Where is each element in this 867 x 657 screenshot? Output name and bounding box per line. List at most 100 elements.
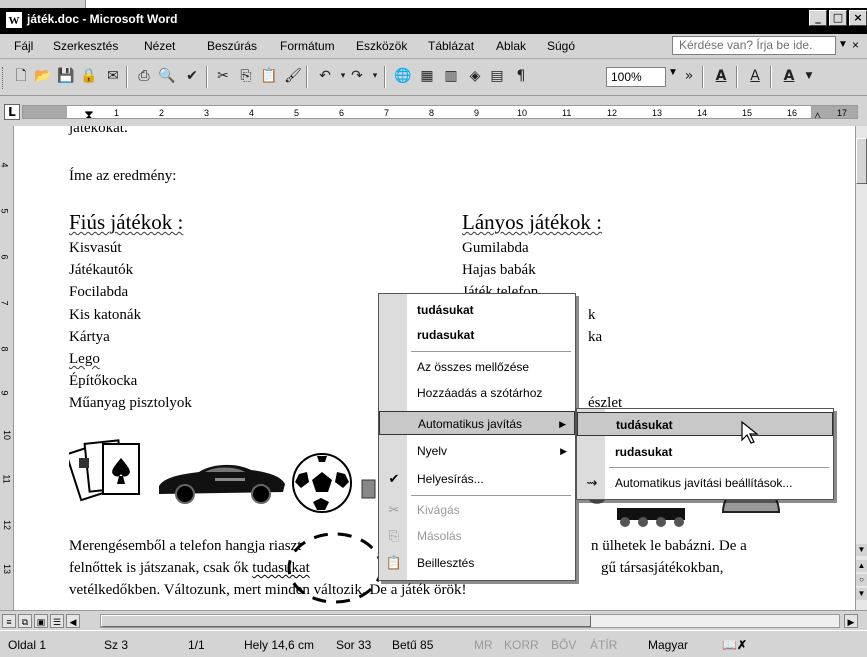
autocorrect-suggestion-item[interactable]: rudasukat (577, 440, 833, 464)
print-view-icon[interactable]: ▣ (34, 614, 48, 628)
status-rec[interactable]: MR (474, 638, 493, 652)
status-page: Oldal 1 (8, 638, 47, 652)
ruler-number: 7 (384, 108, 390, 118)
paragraph-line1-left: Merengésemből a telefon hangja riaszt (69, 538, 302, 554)
girls-item-tail: k (588, 307, 596, 323)
vertical-scroll-thumb[interactable] (856, 138, 867, 184)
status-ovr[interactable]: ÁTÍR (590, 638, 617, 652)
add-to-dictionary-item[interactable]: Hozzáadás a szótárhoz (379, 381, 575, 405)
print-icon[interactable]: ⎙ (135, 67, 153, 85)
copy-icon[interactable]: ⎘ (237, 67, 255, 85)
toolbar-separator (384, 66, 386, 88)
ruler-number: 8 (429, 108, 435, 118)
spelling-item[interactable]: ✔ Helyesírás... (379, 467, 575, 491)
word-icon[interactable]: W (6, 12, 22, 28)
menu-tools[interactable]: Eszközök (356, 39, 407, 53)
status-trk[interactable]: KORR (504, 638, 539, 652)
document-map-icon[interactable]: ▤ (488, 67, 506, 85)
columns-icon[interactable]: ▥ (442, 67, 460, 85)
normal-view-icon[interactable]: ≡ (2, 614, 16, 628)
cut-icon[interactable]: ✂ (214, 67, 232, 85)
boys-item: Építőkocka (69, 373, 138, 389)
minimize-button[interactable]: _ (809, 10, 827, 26)
font-color-dropdown-icon[interactable]: ▼ (800, 67, 818, 85)
permission-icon[interactable]: 🔒 (80, 67, 98, 85)
language-item[interactable]: Nyelv ▶ (379, 439, 575, 463)
ruler-number: 2 (159, 108, 165, 118)
scroll-left-icon[interactable]: ◀ (66, 614, 80, 628)
format-painter-icon[interactable]: 🖌 (284, 67, 302, 85)
vertical-scrollbar[interactable]: ▼ ▲ ○ ▼ (855, 126, 867, 610)
autocorrect-options-icon: ⇝ (586, 475, 598, 490)
paste-item[interactable]: 📋 Beillesztés (379, 551, 575, 575)
help-search-input[interactable]: Kérdése van? Írja be ide. (672, 36, 836, 55)
previous-page-icon[interactable]: ▲ (856, 560, 867, 572)
suggestion-item[interactable]: tudásukat (379, 298, 575, 322)
ignore-all-item[interactable]: Az összes mellőzése (379, 355, 575, 379)
underline-icon[interactable]: A (746, 67, 764, 85)
cut-item[interactable]: ✂ Kivágás (379, 498, 575, 522)
horizontal-scroll-thumb[interactable] (101, 615, 591, 627)
status-ext[interactable]: BŐV (551, 638, 576, 652)
table-icon[interactable]: ▦ (418, 67, 436, 85)
menu-format[interactable]: Formátum (280, 39, 335, 53)
browse-object-icon[interactable]: ○ (856, 574, 867, 586)
redo-dropdown-icon[interactable]: ▾ (366, 67, 384, 85)
save-icon[interactable]: 💾 (57, 67, 75, 85)
menu-file[interactable]: Fájl (14, 39, 33, 53)
undo-icon[interactable]: ↶ (316, 67, 334, 85)
close-document-button[interactable]: × (852, 38, 859, 52)
next-page-icon[interactable]: ▼ (856, 588, 867, 600)
menu-insert[interactable]: Beszúrás (207, 39, 257, 53)
close-button[interactable]: × (849, 10, 867, 26)
spelling-status-icon[interactable]: 📖✗ (722, 638, 747, 652)
right-indent-marker-icon[interactable]: △ (813, 110, 822, 118)
copy-item[interactable]: ⎘ Másolás (379, 524, 575, 548)
redo-icon[interactable]: ↷ (348, 67, 366, 85)
spelling-icon[interactable]: ✔ (183, 67, 201, 85)
open-icon[interactable]: 📂 (34, 67, 52, 85)
menu-view[interactable]: Nézet (144, 39, 175, 53)
new-icon[interactable]: 🗋 (12, 67, 30, 85)
print-preview-icon[interactable]: 🔍 (158, 67, 176, 85)
scroll-right-icon[interactable]: ▶ (844, 614, 858, 628)
scroll-down-icon[interactable]: ▼ (856, 544, 867, 556)
tab-selector[interactable]: L (4, 104, 20, 120)
ruler-number: 4 (249, 108, 255, 118)
ruler-number: 3 (204, 108, 210, 118)
autocorrect-options-item[interactable]: ⇝ Automatikus javítási beállítások... (577, 471, 833, 495)
font-color-icon[interactable]: A (780, 67, 798, 85)
toolbar-grip[interactable] (2, 67, 6, 89)
menu-window[interactable]: Ablak (496, 39, 526, 53)
help-dropdown-icon[interactable]: ▼ (838, 39, 848, 50)
status-language[interactable]: Magyar (648, 638, 688, 652)
show-formatting-icon[interactable]: ¶ (512, 67, 530, 85)
menu-edit[interactable]: Szerkesztés (53, 39, 118, 53)
indent-marker-icon[interactable]: ⧗ (84, 108, 94, 118)
ruler-strip[interactable]: ⧗ △ 1 2 3 4 5 6 7 8 9 10 11 12 13 14 15 … (22, 105, 858, 119)
restore-button[interactable]: □ (829, 10, 847, 26)
ruler-number: 10 (517, 108, 528, 118)
menu-help[interactable]: Súgó (547, 39, 575, 53)
web-view-icon[interactable]: ⧉ (18, 614, 32, 628)
vertical-ruler[interactable]: 4 5 6 7 8 9 10 11 12 13 (0, 126, 14, 610)
status-pages: 1/1 (188, 638, 205, 652)
zoom-box[interactable]: 100% (606, 67, 666, 87)
girls-item: Hajas babák (462, 262, 536, 278)
suggestion-item[interactable]: rudasukat (379, 323, 575, 347)
boys-heading: Fiús játékok : (69, 210, 183, 235)
email-icon[interactable]: ✉ (104, 67, 122, 85)
paragraph-line3: vetélkedőkben. Változunk, mert minden vá… (69, 582, 467, 598)
autocorrect-item[interactable]: Automatikus javítás ▶ (379, 411, 575, 435)
sports-car-image (159, 464, 285, 504)
drawing-icon[interactable]: ◈ (466, 67, 484, 85)
autocorrect-suggestion-item[interactable]: tudásukat (577, 412, 833, 436)
paste-icon[interactable]: 📋 (260, 67, 278, 85)
horizontal-scrollbar[interactable] (100, 614, 840, 628)
toolbar-options-icon[interactable]: » (680, 67, 698, 85)
menu-table[interactable]: Táblázat (428, 39, 474, 53)
zoom-dropdown-icon[interactable]: ▼ (668, 67, 678, 78)
outline-view-icon[interactable]: ☰ (50, 614, 64, 628)
highlight-icon[interactable]: A (712, 67, 730, 85)
hyperlink-icon[interactable]: 🌐 (394, 67, 412, 85)
